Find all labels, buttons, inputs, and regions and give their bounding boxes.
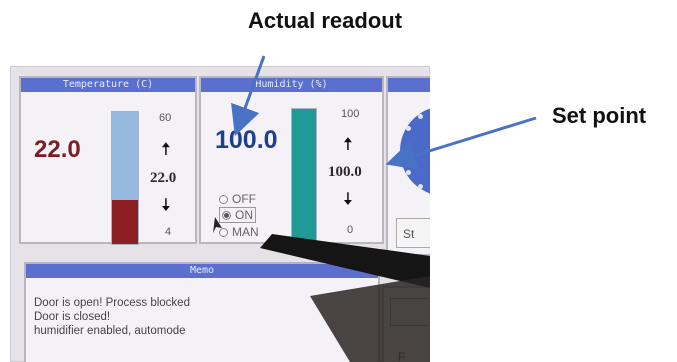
actual-readout-label: Actual readout (248, 8, 403, 33)
annotation-arrows (231, 55, 537, 170)
actual-readout-arrow (231, 55, 266, 137)
annotated-screenshot: Temperature (C) 22.0 60 🠅 22.0 🠇 4 Humid… (0, 0, 677, 362)
set-point-label: Set point (552, 103, 647, 128)
set-point-arrow (385, 116, 537, 170)
